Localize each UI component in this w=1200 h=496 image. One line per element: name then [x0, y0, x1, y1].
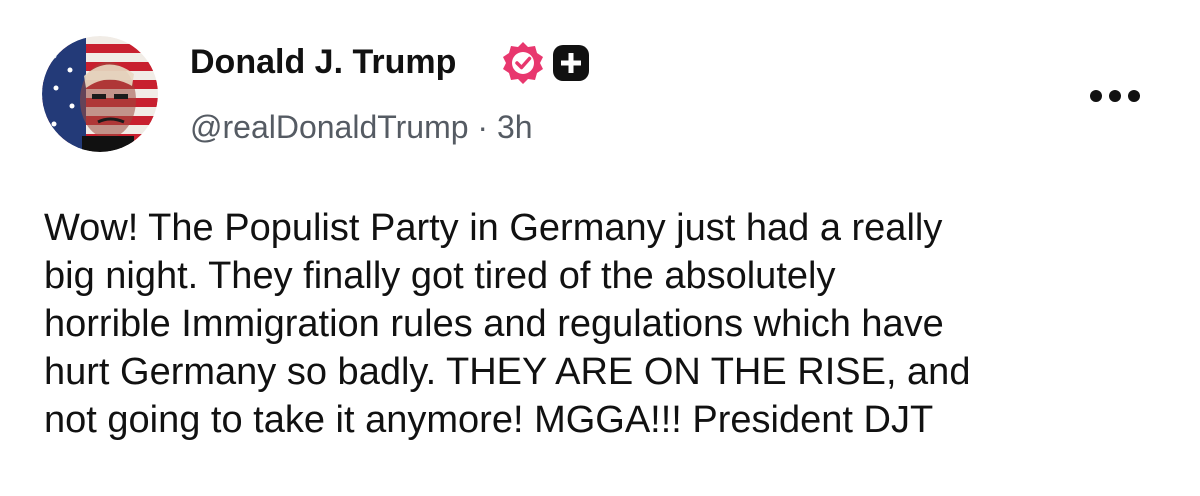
avatar-image: [42, 36, 158, 152]
author-meta: @realDonaldTrump · 3h: [190, 108, 533, 146]
post-text: Wow! The Populist Party in Germany just …: [44, 207, 971, 441]
meta-separator: ·: [477, 109, 489, 145]
avatar[interactable]: [42, 36, 158, 152]
more-options-button[interactable]: [1086, 84, 1144, 108]
post-timestamp[interactable]: 3h: [497, 109, 533, 145]
verified-badge-icon: [500, 40, 546, 86]
plus-badge-icon: [552, 44, 590, 82]
more-options-icon: [1090, 90, 1140, 102]
author-handle[interactable]: @realDonaldTrump: [190, 109, 469, 145]
author-name[interactable]: Donald J. Trump: [190, 42, 456, 82]
post-card: Donald J. Trump @realDonaldTrump · 3h Wo…: [0, 0, 1200, 496]
